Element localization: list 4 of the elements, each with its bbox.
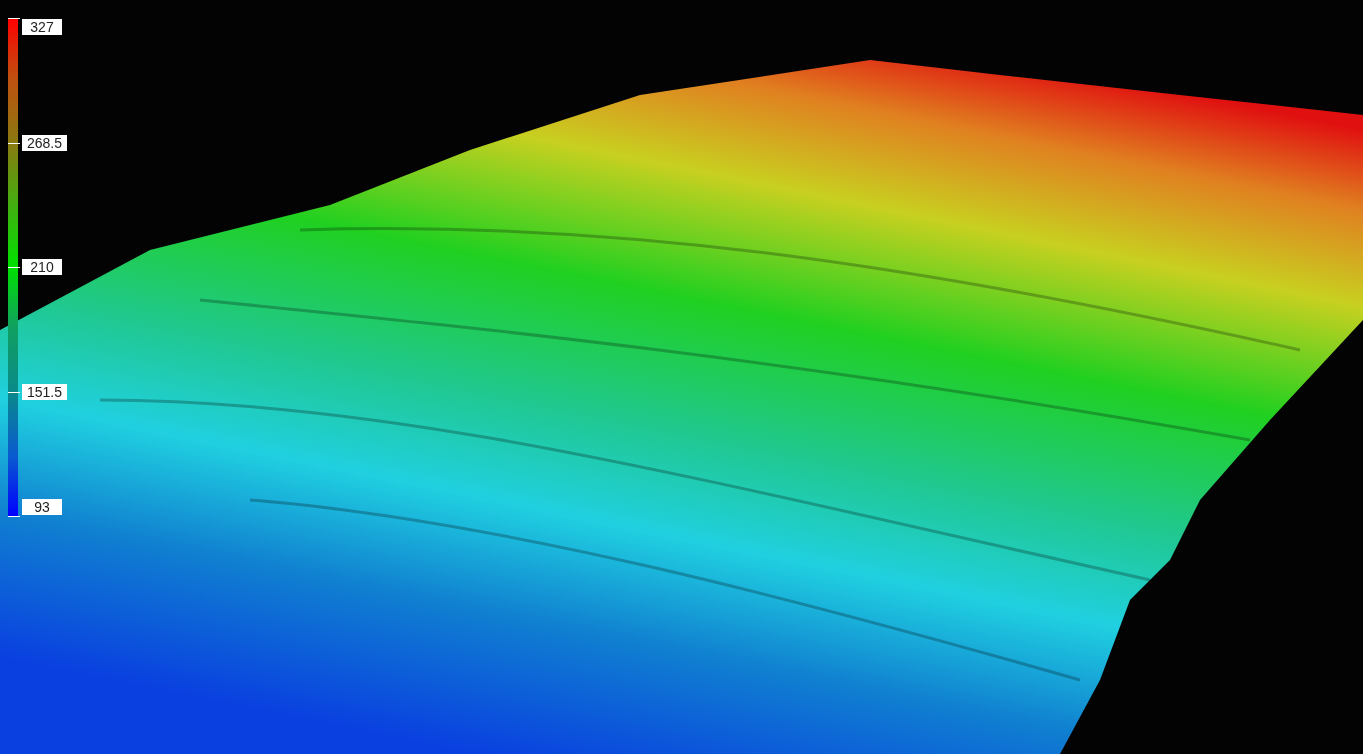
scale-label: 268.5: [22, 134, 68, 151]
scale-label: 327: [22, 19, 62, 35]
scale-label: 210: [22, 259, 62, 275]
scale-label: 93: [22, 499, 62, 515]
